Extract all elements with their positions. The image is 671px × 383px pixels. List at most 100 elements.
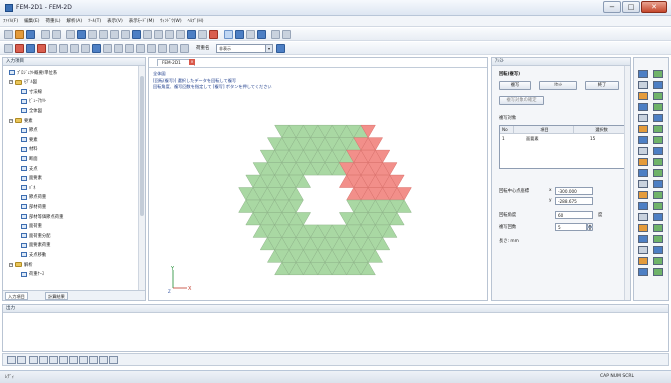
draw-circle-icon[interactable] <box>49 356 58 364</box>
snap-icon[interactable] <box>246 30 255 39</box>
minimize-button[interactable]: − <box>603 1 621 13</box>
tool-icon[interactable] <box>638 169 648 177</box>
chevron-down-icon[interactable]: ▾ <box>265 44 273 53</box>
tree-item[interactable]: 面要素 <box>21 175 42 182</box>
grid-icon[interactable] <box>235 30 244 39</box>
tool-icon[interactable] <box>638 257 648 265</box>
tool-icon[interactable] <box>653 169 663 177</box>
spin-down-icon[interactable]: ▼ <box>587 227 593 231</box>
fem-mesh[interactable] <box>149 68 487 301</box>
tree-item[interactable]: 部材荷重 <box>21 203 46 210</box>
tree-item[interactable]: ﾊﾞﾈ <box>21 184 35 191</box>
tool-icon[interactable] <box>653 191 663 199</box>
tree-item[interactable]: 材料 <box>21 146 38 153</box>
section-number-icon[interactable] <box>125 44 134 53</box>
assist-scrollbar[interactable] <box>624 66 630 300</box>
tool-icon[interactable] <box>638 191 648 199</box>
tree-item[interactable]: − 要素 <box>9 117 33 124</box>
draw-arc-icon[interactable] <box>59 356 68 364</box>
zoom-in-icon[interactable] <box>15 44 24 53</box>
draw-rect-icon[interactable] <box>39 356 48 364</box>
tool-icon[interactable] <box>638 70 648 78</box>
copy-count-input[interactable]: 5 <box>555 223 587 231</box>
tree-scroll-thumb[interactable] <box>140 76 144 216</box>
menu-help[interactable]: ﾍﾙﾌﾟ(H) <box>185 16 207 27</box>
tool-icon[interactable] <box>653 81 663 89</box>
menu-display-mode[interactable]: 表示ﾓｰﾄﾞ(M) <box>126 16 157 27</box>
tool-icon[interactable] <box>638 224 648 232</box>
tool-icon[interactable] <box>653 235 663 243</box>
zoom-icon[interactable] <box>4 44 13 53</box>
node-number-icon[interactable] <box>92 44 101 53</box>
load-icon[interactable] <box>187 30 196 39</box>
tool-icon[interactable] <box>653 257 663 265</box>
tree-item[interactable]: 節点荷重 <box>21 194 46 201</box>
tree-item[interactable]: 部材等価節点荷重 <box>21 213 63 220</box>
confirm-target-button[interactable]: 複写対象の確定 <box>499 96 544 105</box>
select-node-icon[interactable] <box>77 30 86 39</box>
tool-icon[interactable] <box>638 136 648 144</box>
copy-button[interactable]: 複写 <box>499 81 531 90</box>
fit-view-icon[interactable] <box>37 44 46 53</box>
tree-item[interactable]: 寸法線 <box>21 88 42 95</box>
tree-item[interactable]: 節点 <box>21 127 38 134</box>
tool-icon[interactable] <box>638 103 648 111</box>
tool-icon[interactable] <box>638 125 648 133</box>
tool-icon[interactable] <box>653 246 663 254</box>
view-x-icon[interactable] <box>59 44 68 53</box>
coordinate-icon[interactable] <box>180 44 189 53</box>
draw-dim-icon[interactable] <box>89 356 98 364</box>
center-x-input[interactable]: -300.000 <box>555 187 593 195</box>
tool-icon[interactable] <box>653 103 663 111</box>
tool-icon[interactable] <box>653 136 663 144</box>
tool-icon[interactable] <box>653 224 663 232</box>
material-number-icon[interactable] <box>114 44 123 53</box>
copy-target-table[interactable]: No 項目 選択数 1 面要素 15 <box>499 125 627 169</box>
grid-snap-icon[interactable] <box>7 356 16 364</box>
tree-item[interactable]: − 解析 <box>9 261 33 268</box>
window-icon[interactable] <box>271 30 280 39</box>
menu-load[interactable]: 荷重(L) <box>42 16 63 27</box>
reset-button[interactable]: ﾘｾｯﾄ <box>539 81 577 90</box>
close-icon[interactable]: × <box>189 59 195 65</box>
tool-icon[interactable] <box>638 202 648 210</box>
ortho-icon[interactable] <box>17 356 26 364</box>
tool-icon[interactable] <box>653 125 663 133</box>
tool-icon[interactable] <box>653 92 663 100</box>
tool-icon[interactable] <box>638 180 648 188</box>
load-case-icon[interactable] <box>276 44 285 53</box>
support-icon[interactable] <box>176 30 185 39</box>
menu-tools[interactable]: ﾂｰﾙ(T) <box>85 16 104 27</box>
tree-item[interactable]: 支点移動 <box>21 251 46 258</box>
load-display-icon[interactable] <box>158 44 167 53</box>
tool-icon[interactable] <box>638 158 648 166</box>
view-y-icon[interactable] <box>70 44 79 53</box>
rotate-icon[interactable] <box>110 30 119 39</box>
rotation-angle-input[interactable]: 60 <box>555 211 593 219</box>
draw-mesh-icon[interactable] <box>99 356 108 364</box>
tool-icon[interactable] <box>653 114 663 122</box>
load-name-combo[interactable]: 非表示 <box>216 44 266 53</box>
table-row-item[interactable]: 面要素 <box>514 135 574 142</box>
result-icon[interactable] <box>209 30 218 39</box>
tool-icon[interactable] <box>653 202 663 210</box>
tree-item[interactable]: 面荷重 <box>21 223 42 230</box>
tool-icon[interactable] <box>638 213 648 221</box>
layout-icon[interactable] <box>282 30 291 39</box>
support-display-icon[interactable] <box>136 44 145 53</box>
draw-icon[interactable] <box>224 30 233 39</box>
cut-icon[interactable] <box>66 30 75 39</box>
copy-icon[interactable] <box>99 30 108 39</box>
model-canvas[interactable]: 全体図 [回転(複写)] 選択したデータを回転して複写 回転角度、複写回数を指定… <box>149 67 487 300</box>
tool-icon[interactable] <box>638 147 648 155</box>
tool-icon[interactable] <box>638 268 648 276</box>
reaction-display-icon[interactable] <box>169 44 178 53</box>
tree-item[interactable]: 荷重ｹｰｽ <box>21 271 44 278</box>
pan-icon[interactable] <box>48 44 57 53</box>
menu-edit[interactable]: 編集(E) <box>21 16 42 27</box>
tree-item[interactable]: ﾌﾟﾛｼﾞｪｸﾄ概要/単位系 <box>9 69 57 76</box>
finish-button[interactable]: 終了 <box>585 81 619 90</box>
tab-input-items[interactable]: 入力項目 <box>5 292 28 300</box>
tool-icon[interactable] <box>653 70 663 78</box>
draw-help-icon[interactable] <box>109 356 118 364</box>
